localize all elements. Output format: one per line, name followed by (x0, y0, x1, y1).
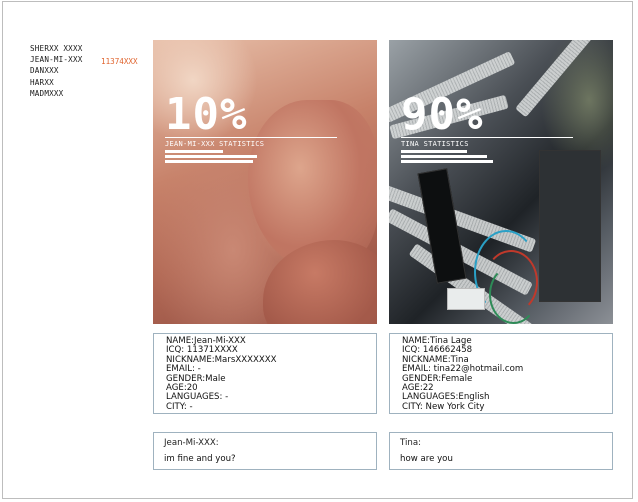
right-profile-photo: 90% TINA STATISTICS (389, 40, 613, 324)
left-percent-label: 10% (165, 89, 248, 140)
left-profile-photo: 10% JEAN-MI-XXX STATISTICS (153, 40, 377, 324)
photo-metal-block (539, 150, 601, 302)
info-city: CITY: New York City (402, 401, 485, 412)
stat-bar (165, 155, 257, 158)
info-city: CITY: - (166, 401, 193, 412)
contact-id-label: 11374XXX (101, 57, 138, 66)
contact-item-jean-mi[interactable]: JEAN-MI-XXX (30, 54, 83, 65)
chat-message: im fine and you? (164, 454, 236, 464)
chat-sender: Jean-Mi-XXX: (164, 438, 219, 448)
contact-item-sherxx[interactable]: SHERXX XXXX (30, 43, 83, 54)
contact-item-madmxxx[interactable]: MADMXXX (30, 88, 83, 99)
photo-connector (447, 288, 485, 310)
chat-message-input[interactable]: how are you (400, 454, 612, 465)
contact-item-harxx[interactable]: HARXX (30, 77, 83, 88)
right-stats-overlay: 90% TINA STATISTICS (401, 89, 573, 163)
chat-sender: Tina: (400, 438, 421, 448)
left-chat-box: Jean-Mi-XXX: im fine and you? (153, 432, 377, 470)
right-chat-box[interactable]: Tina: how are you (389, 432, 613, 470)
stat-bar (401, 160, 493, 163)
contact-list: SHERXX XXXX JEAN-MI-XXX DANXXX HARXX MAD… (30, 43, 83, 99)
left-profile-info: NAME:Jean-Mi-XXX ICQ: 11371XXXX NICKNAME… (153, 333, 377, 414)
info-languages: LANGUAGES: - (166, 392, 229, 403)
right-percent-label: 90% (401, 89, 484, 140)
left-stats-overlay: 10% JEAN-MI-XXX STATISTICS (165, 89, 337, 163)
right-profile-info: NAME:Tina Lage ICQ: 146662458 NICKNAME:T… (389, 333, 613, 414)
stat-bar (401, 155, 487, 158)
stat-bar (165, 150, 223, 153)
photo-wire (489, 265, 538, 324)
stat-bar (165, 160, 253, 163)
stat-bar (401, 150, 467, 153)
contact-item-danxxx[interactable]: DANXXX (30, 65, 83, 76)
